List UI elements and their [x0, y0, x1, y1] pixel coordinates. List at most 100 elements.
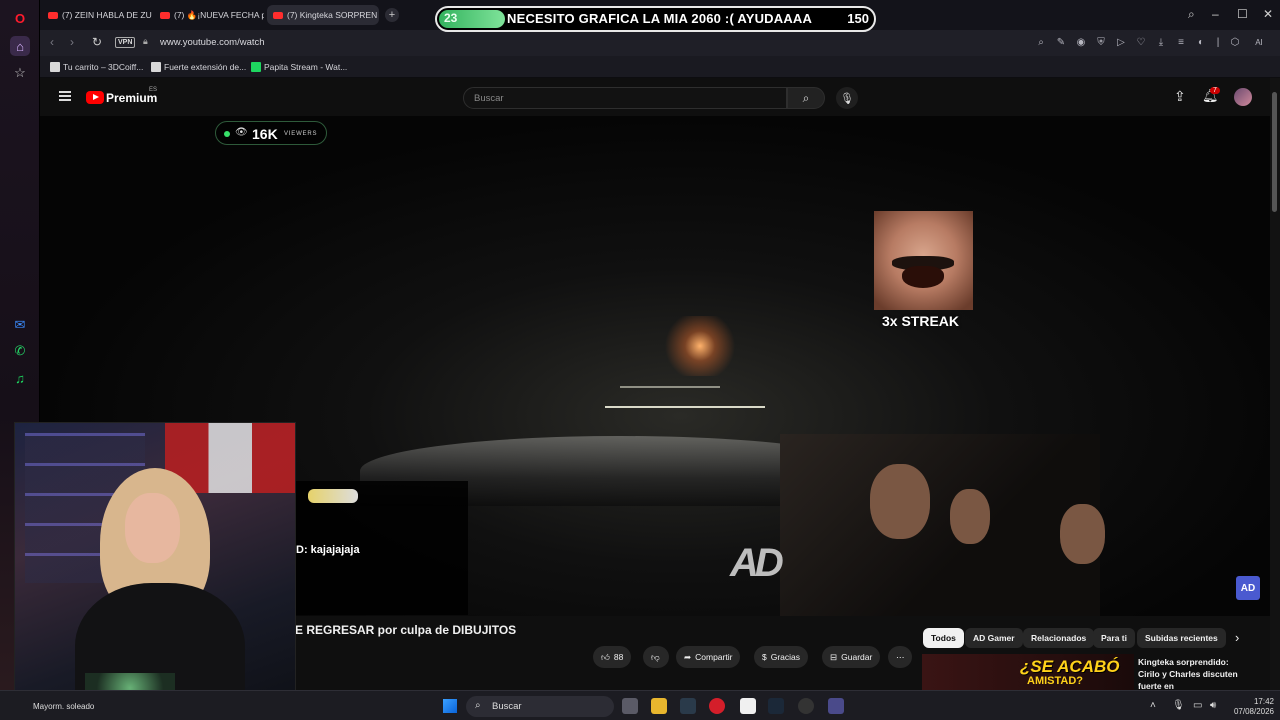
- maximize-button[interactable]: ☐: [1237, 7, 1248, 21]
- pinboard-icon[interactable]: ☆: [10, 63, 30, 83]
- bookmark-favicon-icon: [50, 62, 60, 72]
- bookmark-1[interactable]: Tu carrito – 3DCoiff...: [50, 62, 143, 72]
- whatsapp-icon[interactable]: ✆: [10, 341, 30, 361]
- webcam-streamer-face: [125, 493, 180, 563]
- goal-text: NECESITO GRAFICA LA MIA 2060 :( AYUDAAAA: [507, 11, 813, 26]
- extensions-icon[interactable]: ⬡: [1228, 34, 1242, 50]
- youtube-favicon-icon: [48, 11, 58, 19]
- url-field[interactable]: www.youtube.com/watch: [160, 37, 265, 48]
- chip-todos[interactable]: Todos: [923, 628, 964, 648]
- save-button[interactable]: ⊟ Guardar: [822, 646, 881, 668]
- goal-current: 23: [444, 11, 458, 25]
- more-actions-button[interactable]: ⋯: [888, 646, 912, 668]
- thanks-button[interactable]: $ Gracias: [754, 646, 809, 668]
- app-icon[interactable]: [680, 698, 696, 714]
- video-title: E REGRESAR por culpa de DIBUJITOS: [295, 623, 517, 637]
- chip-para-ti[interactable]: Para ti: [1093, 628, 1135, 648]
- save-icon: ⊟: [830, 651, 838, 662]
- search-input[interactable]: Buscar: [463, 87, 787, 109]
- search-icon: ⌕: [802, 90, 810, 105]
- upload-icon[interactable]: ⇪: [1174, 88, 1186, 105]
- chip-ad-gamer[interactable]: AD Gamer: [965, 628, 1023, 648]
- thumbs-down-icon: 👎︎: [651, 651, 660, 662]
- edit-icon[interactable]: ✎: [1054, 34, 1068, 50]
- youtube-brand[interactable]: Premium: [106, 91, 157, 105]
- clock[interactable]: 17:42 07/08/2026: [1228, 697, 1274, 717]
- clock-date: 07/08/2026: [1233, 707, 1274, 716]
- youtube-logo-icon[interactable]: [86, 91, 104, 104]
- spotify-icon[interactable]: ♫: [10, 368, 30, 388]
- opera-logo-icon[interactable]: O: [10, 8, 30, 28]
- tray-chevron-icon[interactable]: ˄: [1150, 700, 1156, 711]
- hamburger-menu-icon[interactable]: [59, 91, 71, 101]
- forward-button[interactable]: ›: [70, 35, 74, 49]
- tab-label: (7) ZEIN HABLA DE ZULLY: [62, 10, 152, 20]
- search-icon[interactable]: ⌕: [1034, 34, 1048, 50]
- taskbar-search[interactable]: ⌕ Buscar: [466, 696, 614, 717]
- youtube-favicon-icon: [273, 11, 283, 19]
- volume-tray-icon[interactable]: 🔊︎: [1210, 700, 1216, 711]
- address-bar: ‹ › ↻ VPN 🔒︎ www.youtube.com/watch ⌕ ✎ ◉…: [40, 30, 1280, 56]
- menu-icon[interactable]: ≡: [1174, 34, 1188, 50]
- obs-icon[interactable]: [798, 698, 814, 714]
- file-explorer-icon[interactable]: [651, 698, 667, 714]
- viewers-count: 16K: [252, 126, 278, 142]
- chip-subidas-recientes[interactable]: Subidas recientes: [1137, 628, 1226, 648]
- viewers-counter: 👁︎ 16K VIEWERS: [215, 121, 327, 145]
- tab-3-active[interactable]: (7) Kingteka SORPREN: [267, 5, 379, 25]
- dislike-button[interactable]: 👎︎: [643, 646, 669, 668]
- search-button[interactable]: ⌕: [787, 87, 825, 109]
- vpn-badge[interactable]: VPN: [115, 37, 136, 48]
- search-tabs-icon[interactable]: ⌕: [1188, 7, 1195, 22]
- viewers-label: VIEWERS: [284, 131, 318, 137]
- aria-label: AI: [1255, 37, 1263, 47]
- aria-ai-button[interactable]: AI: [1248, 34, 1270, 50]
- close-window-button[interactable]: ✕: [1263, 7, 1273, 21]
- profile-icon[interactable]: ◐: [1194, 34, 1208, 50]
- road-marking: [605, 406, 765, 408]
- settings-gear-icon[interactable]: [828, 698, 844, 714]
- bookmark-2[interactable]: Fuerte extensión de...: [151, 62, 246, 72]
- scrollbar-thumb[interactable]: [1272, 92, 1277, 212]
- task-view-icon[interactable]: [622, 698, 638, 714]
- opera-taskbar-icon[interactable]: [709, 698, 725, 714]
- notepad-icon[interactable]: [740, 698, 756, 714]
- thumbnail-caption-2: AMISTAD?: [1027, 675, 1084, 687]
- tab-2[interactable]: (7) 🔥¡NUEVA FECHA para: [154, 5, 264, 25]
- person-face: [870, 464, 930, 539]
- minimize-button[interactable]: –: [1212, 7, 1219, 21]
- page-scrollbar[interactable]: [1270, 78, 1280, 690]
- lock-icon[interactable]: 🔒︎: [143, 36, 148, 47]
- home-icon[interactable]: ⌂: [10, 36, 30, 56]
- recommendation-thumbnail[interactable]: ¿SE ACABÓ AMISTAD?: [922, 654, 1134, 690]
- voice-search-button[interactable]: 🎙︎: [836, 87, 858, 109]
- recommendation-title[interactable]: Kingteka sorprendido: Cirilo y Charles d…: [1138, 656, 1248, 692]
- thanks-label: Gracias: [770, 652, 801, 662]
- more-icon: ⋯: [896, 651, 905, 662]
- camera-icon[interactable]: ◉: [1074, 34, 1088, 50]
- new-tab-button[interactable]: +: [385, 8, 399, 22]
- windows-start-icon[interactable]: [443, 699, 457, 713]
- weather-widget[interactable]: Mayorm. soleado: [33, 702, 94, 711]
- download-icon[interactable]: ⤓: [1154, 34, 1168, 50]
- bookmark-3[interactable]: Papita Stream - Wat...: [251, 62, 347, 72]
- channel-corner-badge[interactable]: AD: [1236, 576, 1260, 600]
- avatar[interactable]: [1234, 88, 1252, 106]
- monitor-tray-icon[interactable]: ▭: [1193, 700, 1202, 711]
- reload-button[interactable]: ↻: [92, 35, 102, 49]
- country-code: ES: [149, 87, 158, 93]
- laughing-emote-image: [874, 211, 973, 310]
- chevron-right-icon[interactable]: ›: [1235, 630, 1239, 645]
- heart-icon[interactable]: ♡: [1134, 34, 1148, 50]
- play-icon[interactable]: ▷: [1114, 34, 1128, 50]
- back-button[interactable]: ‹: [50, 35, 54, 49]
- chip-relacionados[interactable]: Relacionados: [1023, 628, 1095, 648]
- steam-icon[interactable]: [768, 698, 784, 714]
- tab-1[interactable]: (7) ZEIN HABLA DE ZULLY: [42, 5, 152, 25]
- like-button[interactable]: 👍︎ 88: [593, 646, 632, 668]
- share-button[interactable]: ➦ Compartir: [676, 646, 741, 668]
- shield-icon[interactable]: ⛨: [1094, 34, 1108, 50]
- bookmark-label: Papita Stream - Wat...: [264, 62, 348, 72]
- microphone-tray-icon[interactable]: 🎙︎: [1172, 700, 1185, 711]
- messenger-icon[interactable]: ✉: [10, 315, 30, 335]
